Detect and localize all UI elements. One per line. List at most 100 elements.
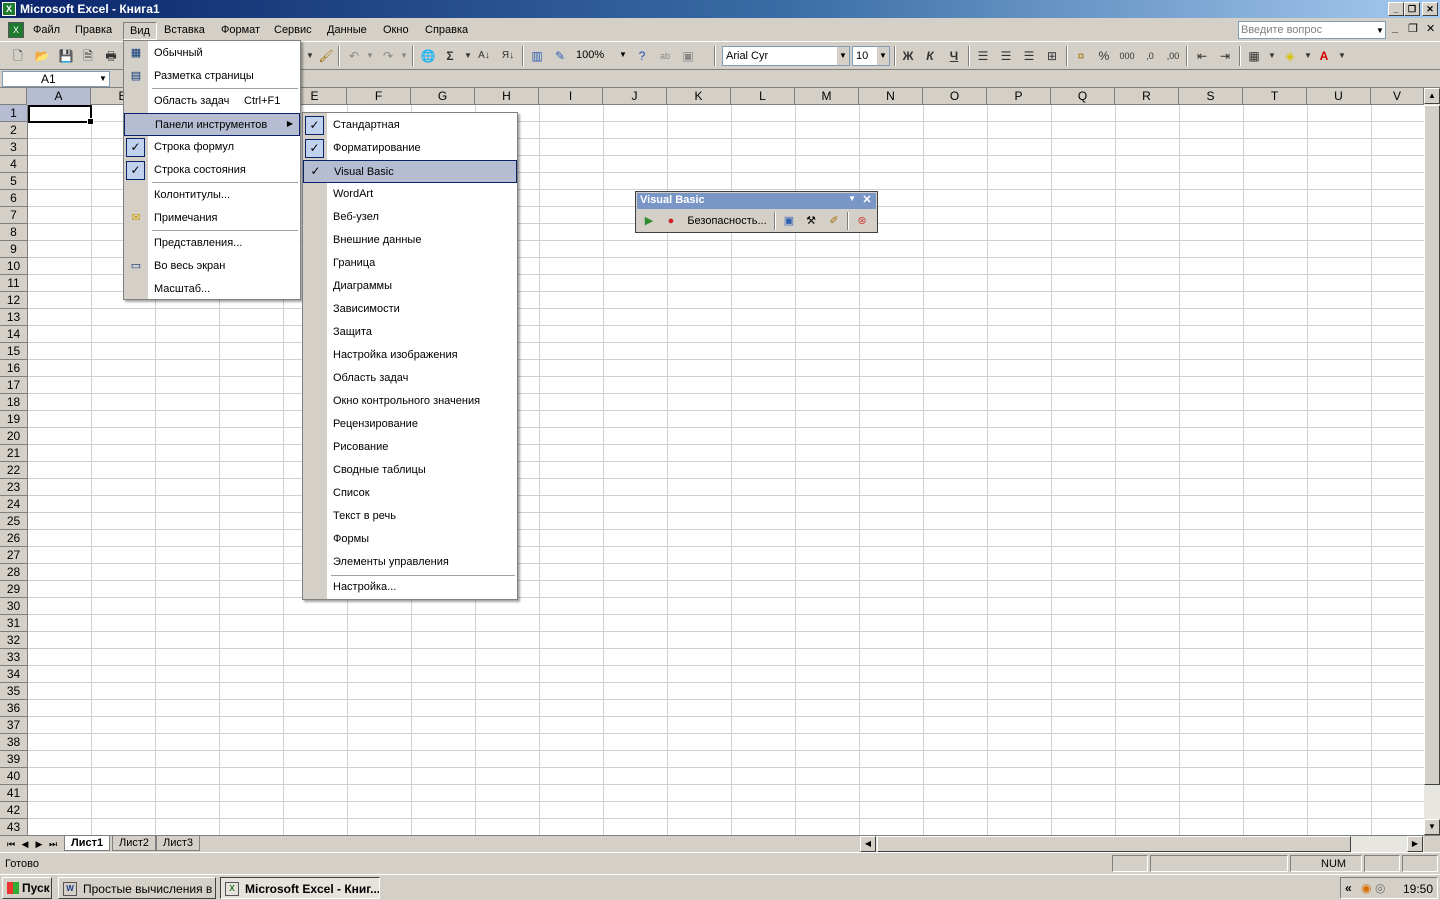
- hyperlink-icon[interactable]: 🌐: [418, 46, 438, 66]
- vb-toolbar-titlebar[interactable]: Visual Basic ▼ ✕: [637, 193, 876, 209]
- row-header[interactable]: 12: [0, 292, 27, 309]
- record-macro-icon[interactable]: ●: [664, 212, 678, 230]
- sort-asc-icon[interactable]: А↓: [474, 46, 494, 66]
- column-header[interactable]: G: [411, 88, 475, 105]
- font-size-combo[interactable]: 10 ▼: [852, 46, 890, 66]
- italic-button[interactable]: К: [920, 46, 940, 66]
- thousands-button[interactable]: 000: [1117, 46, 1137, 66]
- column-header[interactable]: O: [923, 88, 987, 105]
- indent-icon[interactable]: ⇥: [1215, 46, 1235, 66]
- submenu-item-standard[interactable]: ✓ Стандартная: [303, 114, 517, 137]
- menu-item-zoom[interactable]: Масштаб...: [124, 278, 300, 301]
- percent-button[interactable]: %: [1094, 46, 1114, 66]
- chevron-down-icon[interactable]: ▼: [1376, 26, 1384, 35]
- column-header[interactable]: Q: [1051, 88, 1115, 105]
- menu-item-full-screen[interactable]: ▭ Во весь экран: [124, 255, 300, 278]
- row-header[interactable]: 27: [0, 547, 27, 564]
- menu-help[interactable]: Справка: [419, 22, 474, 40]
- fill-color-icon[interactable]: ◈: [1280, 46, 1300, 66]
- design-mode-icon[interactable]: ✐: [825, 212, 843, 230]
- row-header[interactable]: 9: [0, 241, 27, 258]
- close-icon[interactable]: ✕: [860, 194, 874, 207]
- script-editor-icon[interactable]: ⊛: [852, 212, 872, 230]
- submenu-item-forms[interactable]: Формы: [303, 528, 517, 551]
- menu-item-formula-bar[interactable]: ✓ Строка формул: [124, 136, 300, 159]
- menu-insert[interactable]: Вставка: [158, 22, 211, 40]
- vb-editor-icon[interactable]: ▣: [780, 212, 798, 230]
- security-button[interactable]: Безопасность...: [684, 212, 770, 230]
- menu-view[interactable]: Вид: [123, 22, 157, 40]
- decrease-decimal-icon[interactable]: ,00: [1163, 46, 1183, 66]
- row-header[interactable]: 39: [0, 751, 27, 768]
- save-icon[interactable]: 💾: [56, 46, 76, 66]
- last-sheet-icon[interactable]: ⏭: [46, 837, 60, 851]
- column-header[interactable]: P: [987, 88, 1051, 105]
- new-icon[interactable]: 🗋: [8, 46, 28, 66]
- row-header[interactable]: 25: [0, 513, 27, 530]
- submenu-item-visual-basic[interactable]: ✓ Visual Basic: [303, 160, 517, 183]
- row-header[interactable]: 16: [0, 360, 27, 377]
- column-header[interactable]: R: [1115, 88, 1179, 105]
- submenu-item-charts[interactable]: Диаграммы: [303, 275, 517, 298]
- row-header[interactable]: 10: [0, 258, 27, 275]
- restore-button[interactable]: ❐: [1404, 2, 1420, 16]
- menu-edit[interactable]: Правка: [69, 22, 118, 40]
- column-header[interactable]: F: [347, 88, 411, 105]
- ab-icon[interactable]: ab: [655, 46, 675, 66]
- menu-item-status-bar[interactable]: ✓ Строка состояния: [124, 159, 300, 182]
- submenu-item-pivot-table[interactable]: Сводные таблицы: [303, 459, 517, 482]
- chevron-down-icon[interactable]: ▼: [877, 47, 889, 65]
- row-header[interactable]: 5: [0, 173, 27, 190]
- redo-dropdown-icon[interactable]: ▼: [394, 46, 414, 66]
- row-header[interactable]: 7: [0, 207, 27, 224]
- row-header[interactable]: 42: [0, 802, 27, 819]
- menu-file[interactable]: Файл: [27, 22, 66, 40]
- font-color-icon[interactable]: A: [1314, 46, 1334, 66]
- submenu-item-customize[interactable]: Настройка...: [303, 576, 517, 599]
- control-toolbox-icon[interactable]: ⚒: [802, 212, 820, 230]
- row-header[interactable]: 18: [0, 394, 27, 411]
- submenu-item-reviewing[interactable]: Рецензирование: [303, 413, 517, 436]
- tray-speaker-icon[interactable]: ◎: [1375, 881, 1385, 895]
- font-color-dropdown-icon[interactable]: ▼: [1332, 46, 1352, 66]
- taskbar-item-word[interactable]: W Простые вычисления в ...: [58, 877, 216, 899]
- row-header[interactable]: 35: [0, 683, 27, 700]
- row-header[interactable]: 6: [0, 190, 27, 207]
- chevron-down-icon[interactable]: ▼: [837, 47, 849, 65]
- first-sheet-icon[interactable]: ⏮: [4, 837, 18, 851]
- comment-icon[interactable]: ▣: [678, 46, 698, 66]
- align-right-icon[interactable]: ☰: [1019, 46, 1039, 66]
- outdent-icon[interactable]: ⇤: [1192, 46, 1212, 66]
- submenu-item-formatting[interactable]: ✓ Форматирование: [303, 137, 517, 160]
- active-cell[interactable]: [28, 105, 94, 125]
- column-header[interactable]: M: [795, 88, 859, 105]
- scroll-right-icon[interactable]: ▶: [1407, 836, 1423, 852]
- row-header[interactable]: 21: [0, 445, 27, 462]
- row-header[interactable]: 20: [0, 428, 27, 445]
- row-header[interactable]: 38: [0, 734, 27, 751]
- row-header[interactable]: 41: [0, 785, 27, 802]
- column-header[interactable]: N: [859, 88, 923, 105]
- increase-decimal-icon[interactable]: ,0: [1140, 46, 1160, 66]
- row-header[interactable]: 40: [0, 768, 27, 785]
- vertical-scrollbar[interactable]: ▲ ▼: [1424, 88, 1440, 835]
- open-icon[interactable]: 📂: [32, 46, 52, 66]
- submenu-item-picture[interactable]: Настройка изображения: [303, 344, 517, 367]
- align-left-icon[interactable]: ☰: [973, 46, 993, 66]
- submenu-item-web[interactable]: Веб-узел: [303, 206, 517, 229]
- menu-item-toolbars[interactable]: Панели инструментов ▶: [124, 113, 300, 136]
- permission-icon[interactable]: 🗎: [78, 46, 98, 66]
- column-header[interactable]: U: [1307, 88, 1371, 105]
- scroll-left-icon[interactable]: ◀: [860, 836, 876, 852]
- row-header[interactable]: 17: [0, 377, 27, 394]
- doc-minimize-button[interactable]: _: [1392, 22, 1398, 34]
- row-header[interactable]: 36: [0, 700, 27, 717]
- row-header[interactable]: 34: [0, 666, 27, 683]
- submenu-item-external-data[interactable]: Внешние данные: [303, 229, 517, 252]
- hscroll-thumb[interactable]: [877, 836, 1351, 852]
- bold-button[interactable]: Ж: [898, 46, 918, 66]
- row-header[interactable]: 3: [0, 139, 27, 156]
- doc-restore-button[interactable]: ❐: [1408, 22, 1418, 35]
- submenu-item-borders[interactable]: Граница: [303, 252, 517, 275]
- borders-dropdown-icon[interactable]: ▼: [1262, 46, 1282, 66]
